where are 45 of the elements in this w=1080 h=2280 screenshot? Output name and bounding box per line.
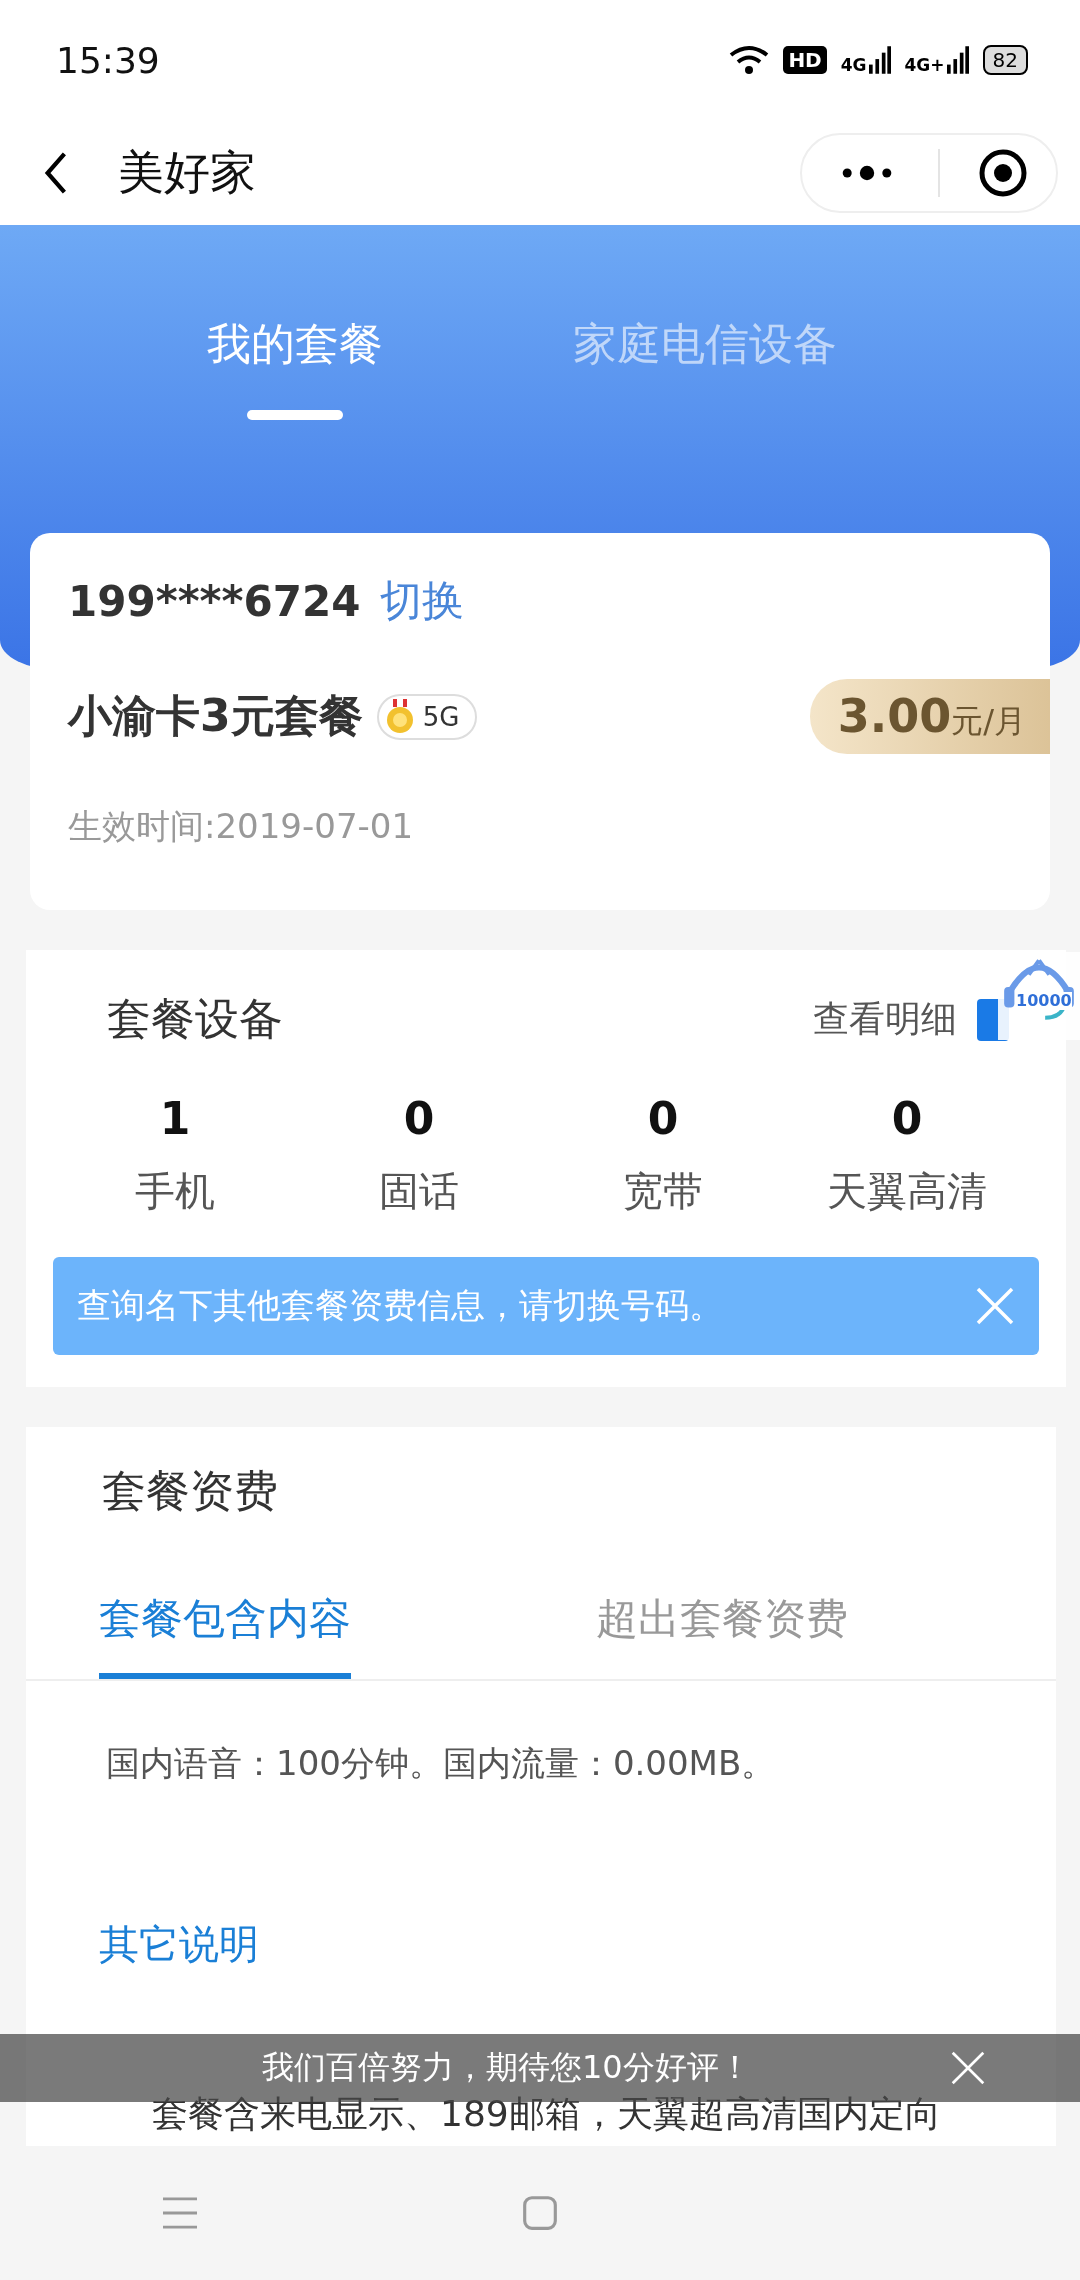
status-time: 15:39: [56, 39, 160, 81]
device-type: 固话: [379, 1167, 459, 1216]
device-count: 0: [891, 1093, 923, 1144]
badge-label: 5G: [422, 701, 460, 732]
back-icon[interactable]: [44, 150, 68, 195]
section-title: 套餐资费: [101, 1464, 279, 1518]
home-icon[interactable]: [522, 2195, 558, 2231]
signal-icon: [946, 46, 969, 74]
battery-indicator: 82: [982, 45, 1028, 75]
notice-text: 查询名下其他套餐资费信息，请切换号码。: [77, 1284, 724, 1327]
switch-link[interactable]: 切换: [380, 573, 465, 629]
price-unit: 元/月: [951, 701, 1026, 742]
device-type: 宽带: [623, 1167, 703, 1216]
wifi-icon: [729, 45, 770, 75]
close-icon[interactable]: [975, 1286, 1015, 1326]
effective-date: 生效时间:2019-07-01: [68, 805, 415, 848]
phone-number: 199****6724: [68, 576, 361, 626]
fee-content-text: 国内语音：100分钟。国内流量：0.00MB。: [105, 1742, 777, 1785]
support-badge[interactable]: 10000: [998, 952, 1080, 1040]
section-title: 套餐设备: [107, 992, 283, 1046]
other-notes-link[interactable]: 其它说明: [26, 1787, 1056, 1972]
device-type: 手机: [135, 1167, 215, 1216]
device-count: 1: [159, 1093, 191, 1144]
device-type: 天翼高清: [827, 1167, 987, 1216]
device-count: 0: [647, 1093, 679, 1144]
tab[interactable]: 我的套餐: [145, 315, 445, 420]
network-label: 4G+: [904, 57, 945, 74]
tab[interactable]: 套餐包含内容: [99, 1591, 351, 1679]
tab[interactable]: 超出套餐资费: [596, 1591, 848, 1679]
signal-icon: [868, 46, 891, 74]
detail-link[interactable]: 查看明细: [813, 995, 957, 1044]
close-mini-program-icon[interactable]: [978, 147, 1028, 198]
device-count: 0: [403, 1093, 435, 1144]
support-number: 10000: [1016, 992, 1072, 1010]
network-label: 4G: [840, 57, 867, 74]
other-notes-text: 套餐含来电显示、189邮箱，天翼超高清国内定向: [152, 2092, 941, 2136]
more-icon[interactable]: [840, 163, 894, 182]
price-amount: 3.00: [837, 689, 952, 743]
close-icon[interactable]: [950, 2050, 986, 2086]
plan-name: 小渝卡3元套餐: [68, 689, 363, 743]
network-label: HD: [783, 46, 827, 74]
toast-text: 我们百倍努力，期待您10分好评！: [262, 2047, 752, 2088]
page-title: 美好家: [118, 143, 257, 201]
medal-icon: [384, 698, 415, 735]
menu-icon[interactable]: [161, 2196, 200, 2230]
